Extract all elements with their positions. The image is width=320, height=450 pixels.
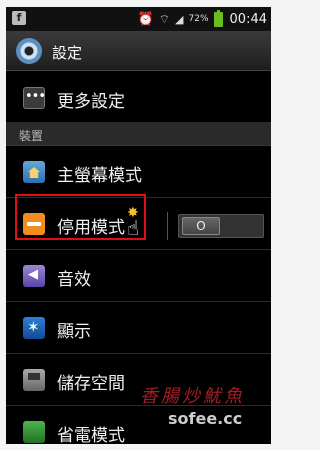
sound-item[interactable]: 音效	[6, 250, 271, 302]
gear-icon[interactable]	[16, 38, 42, 64]
display-icon	[23, 317, 45, 339]
sound-icon	[23, 265, 45, 287]
section-header-device: 裝置	[6, 122, 271, 146]
title-bar: 設定	[6, 31, 271, 71]
home-mode-item[interactable]: 主螢幕模式	[6, 146, 271, 198]
blocking-mode-toggle[interactable]: O	[178, 214, 264, 238]
more-icon	[23, 87, 45, 109]
storage-label: 儲存空間	[57, 374, 125, 394]
signal-icon: ◢	[175, 12, 184, 26]
watermark: 香腸炒魷魚 sofee.cc	[140, 382, 273, 442]
watermark-url: sofee.cc	[168, 409, 243, 428]
clock: 00:44	[229, 11, 267, 27]
battery-percent: 72%	[188, 14, 209, 24]
page-title: 設定	[52, 44, 83, 62]
section-label: 裝置	[19, 129, 44, 143]
toggle-knob[interactable]: O	[182, 217, 220, 235]
power-saving-label: 省電模式	[57, 426, 125, 444]
hand-cursor-icon: ☝	[127, 216, 140, 240]
toggle-divider	[167, 212, 168, 240]
more-settings-item[interactable]: 更多設定	[6, 72, 271, 124]
storage-icon	[23, 369, 45, 391]
status-icons: ⏰ ⌔ ◢ 72% 00:44	[137, 9, 267, 28]
status-bar: f ⏰ ⌔ ◢ 72% 00:44	[6, 7, 271, 31]
battery-icon	[213, 9, 223, 27]
home-icon	[23, 161, 45, 183]
facebook-notification-icon: f	[12, 11, 26, 25]
alarm-icon: ⏰	[137, 11, 154, 27]
sound-label: 音效	[57, 270, 91, 290]
home-mode-label: 主螢幕模式	[57, 166, 142, 186]
battery-saving-icon	[23, 421, 45, 443]
display-label: 顯示	[57, 322, 91, 342]
display-item[interactable]: 顯示	[6, 302, 271, 354]
wifi-icon: ⌔	[158, 11, 171, 26]
more-settings-label: 更多設定	[57, 92, 125, 112]
watermark-brand: 香腸炒魷魚	[140, 386, 245, 407]
